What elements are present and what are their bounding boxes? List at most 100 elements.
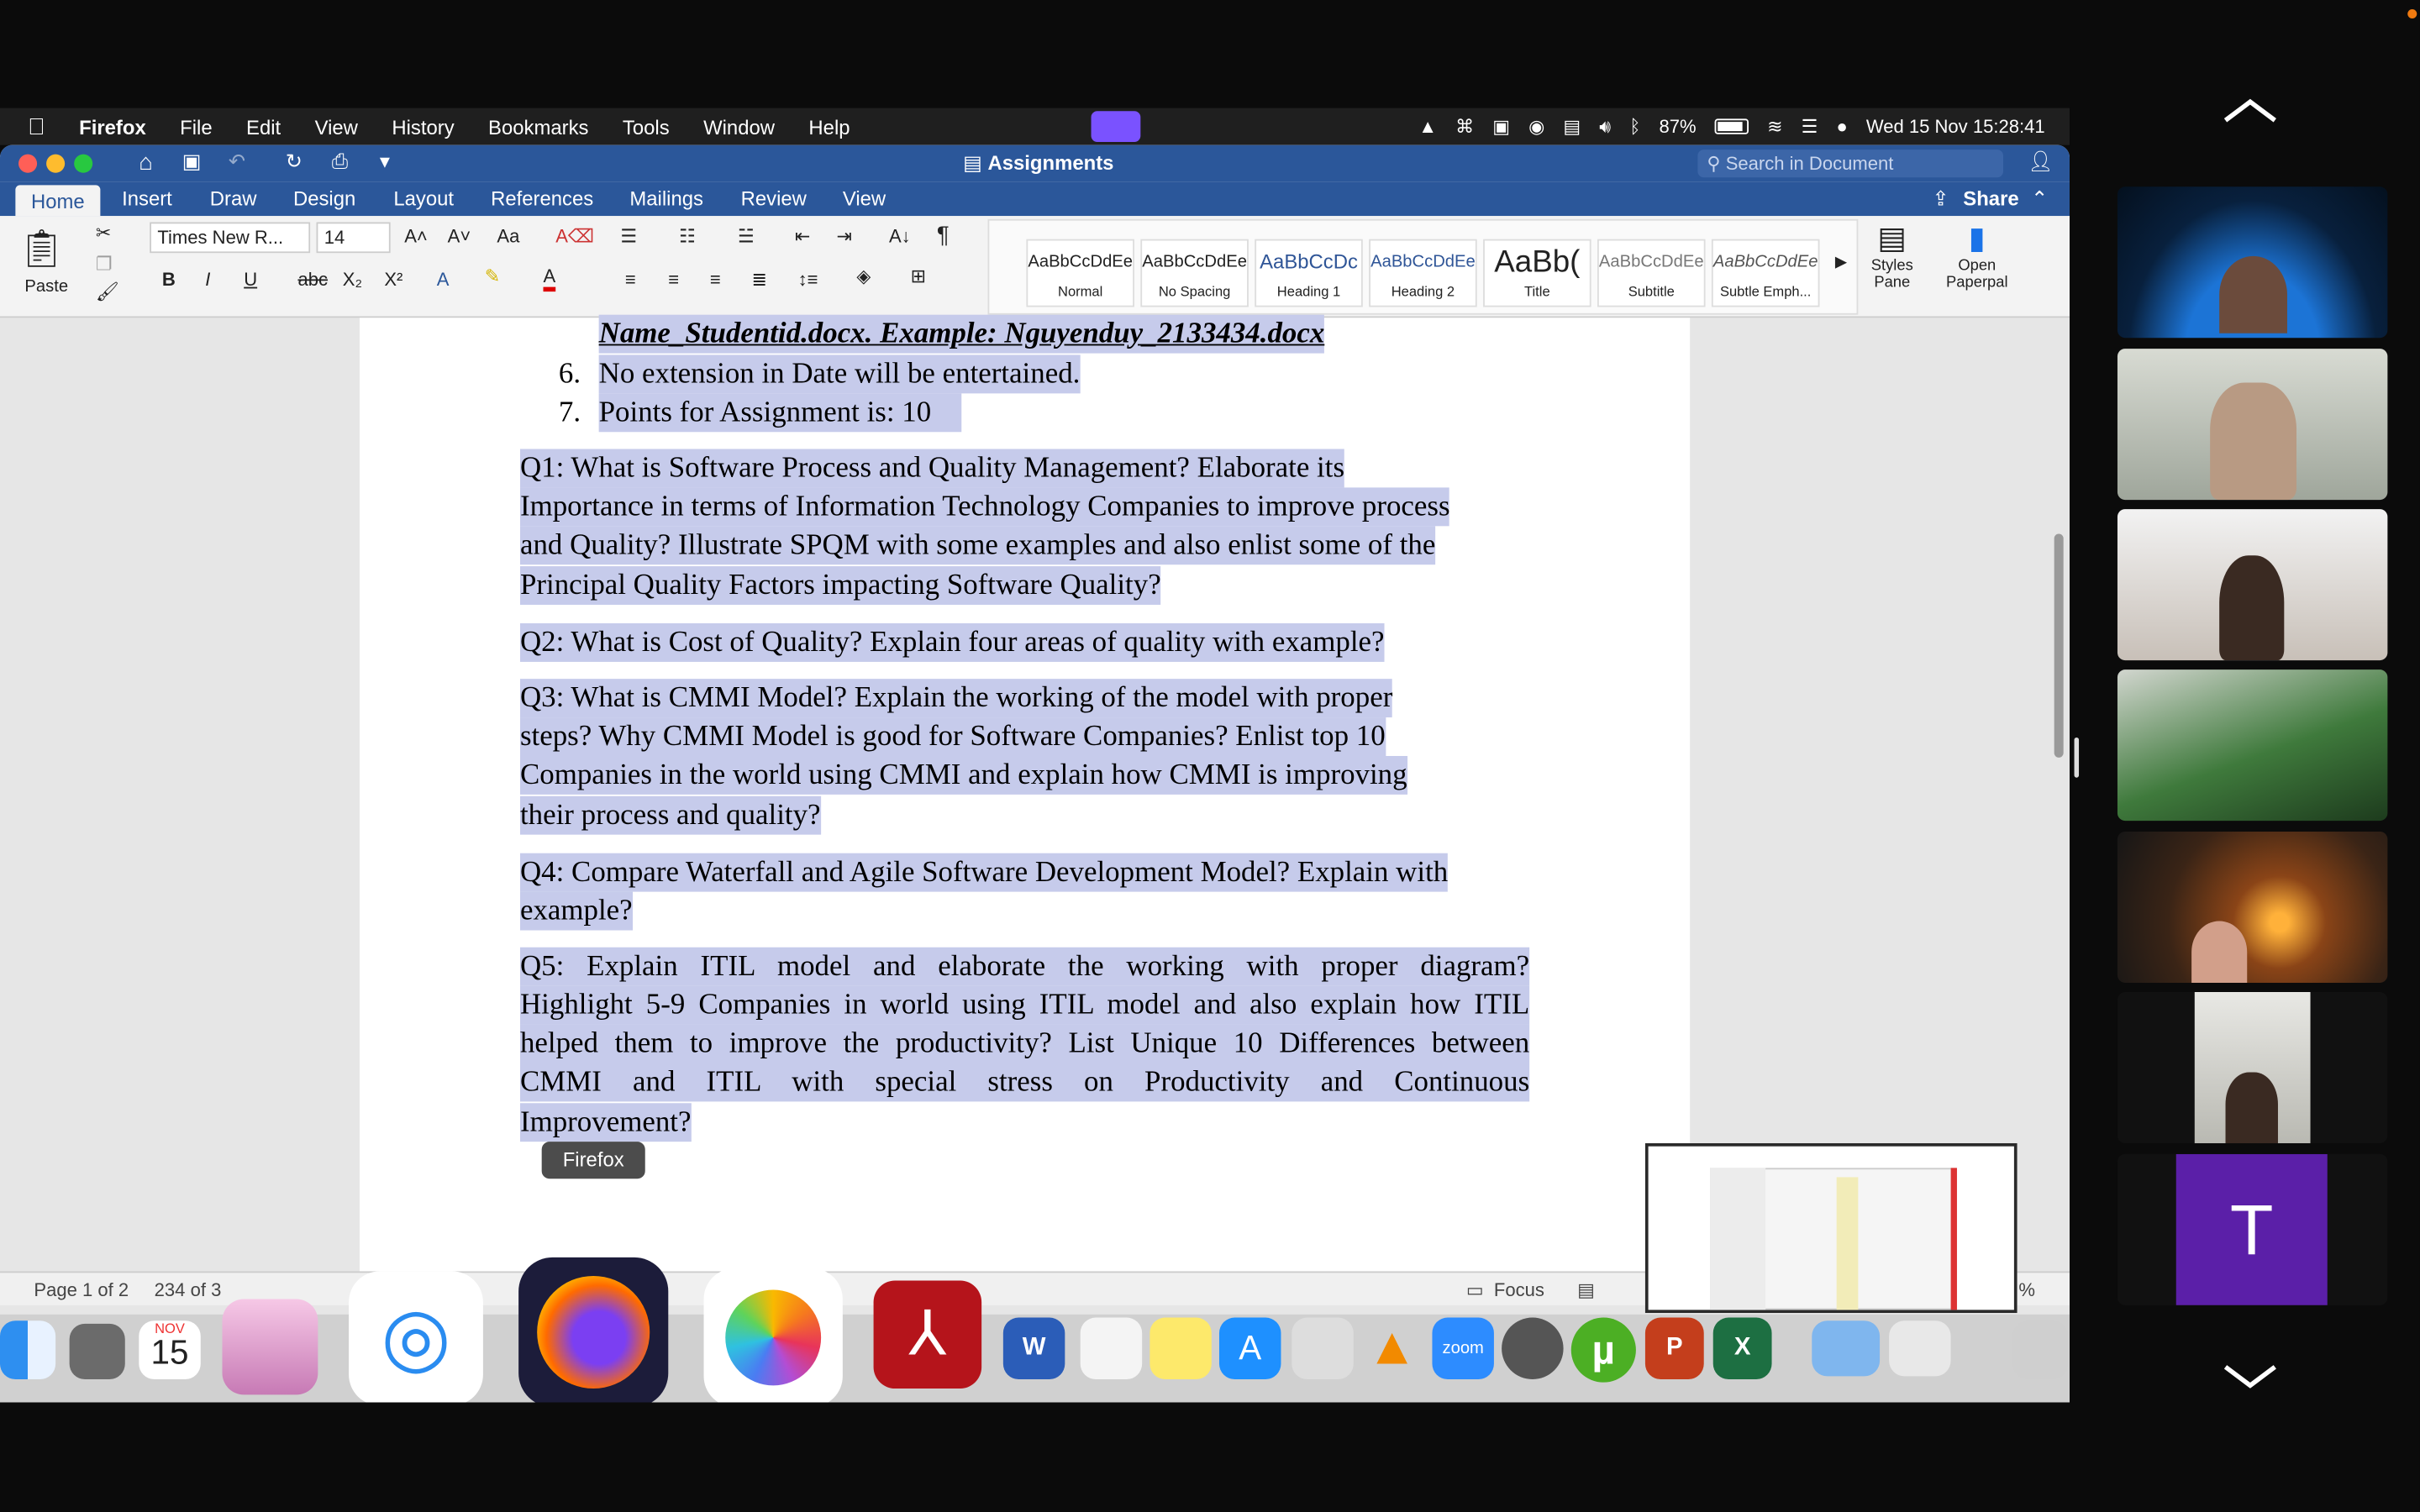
scroll-down-icon[interactable] [2223, 1361, 2278, 1392]
show-formatting-icon[interactable]: ¶ [937, 222, 950, 248]
bold-button[interactable]: B [162, 269, 176, 291]
tab-view[interactable]: View [843, 186, 886, 210]
style-heading-1[interactable]: AaBbCcDc Heading 1 [1255, 239, 1363, 307]
vertical-scrollbar[interactable] [2054, 533, 2064, 758]
style-normal[interactable]: AaBbCcDdEe Normal [1026, 239, 1134, 307]
change-case-icon[interactable]: Aa [497, 225, 519, 247]
screen-icon[interactable]: ▣ [1492, 116, 1510, 138]
photos-icon[interactable] [703, 1268, 843, 1403]
menu-file[interactable]: File [180, 115, 212, 139]
borders-icon[interactable]: ⊞ [911, 265, 926, 287]
participant-avatar-tile[interactable]: T [2117, 1153, 2388, 1305]
style-subtitle[interactable]: AaBbCcDdEe Subtitle [1597, 239, 1706, 307]
airdrop-icon[interactable]: ◎ [349, 1271, 483, 1403]
tab-mailings[interactable]: Mailings [629, 186, 703, 210]
utorrent-icon[interactable]: µ [1570, 1317, 1636, 1383]
excel-icon[interactable]: X [1712, 1317, 1772, 1380]
tab-review[interactable]: Review [741, 186, 807, 210]
volume-icon[interactable]: 🔊︎ [1599, 115, 1611, 139]
focus-mode-button[interactable]: Focus [1494, 1279, 1544, 1301]
paste-label[interactable]: Paste [24, 278, 68, 297]
pane-resize-handle[interactable] [2074, 737, 2080, 778]
save-icon[interactable]: ▣ [182, 150, 202, 174]
page-count[interactable]: Page 1 of 2 [34, 1279, 129, 1301]
menu-bookmarks[interactable]: Bookmarks [488, 115, 588, 139]
strikethrough-button[interactable]: abc [297, 269, 328, 291]
zoom-icon[interactable]: zoom [1432, 1317, 1494, 1380]
textedit-icon[interactable] [1080, 1317, 1143, 1380]
share-button[interactable]: Share [1963, 186, 2018, 210]
firefox-icon[interactable] [518, 1257, 669, 1403]
redo-icon[interactable]: ↻ [286, 150, 302, 174]
italic-button[interactable]: I [205, 269, 210, 291]
print-layout-icon[interactable]: ▤ [1577, 1279, 1595, 1301]
participant-video-tile[interactable] [2117, 991, 2388, 1143]
align-left-icon[interactable]: ≡ [625, 269, 636, 291]
styles-more-icon[interactable]: ▶ [1835, 255, 1847, 271]
tab-insert[interactable]: Insert [122, 186, 172, 210]
style-heading-2[interactable]: AaBbCcDdEe Heading 2 [1369, 239, 1477, 307]
customize-toolbar-icon[interactable]: ▾ [380, 150, 390, 174]
font-color-icon[interactable]: A [543, 265, 556, 292]
focus-icon[interactable]: ▭ [1466, 1279, 1484, 1301]
undo-icon[interactable]: ↶ [229, 150, 245, 174]
zoom-percent[interactable]: % [2018, 1279, 2035, 1301]
shading-icon[interactable]: ◈ [856, 265, 871, 287]
tab-draw[interactable]: Draw [210, 186, 257, 210]
style-no-spacing[interactable]: AaBbCcDdEe No Spacing [1140, 239, 1249, 307]
close-window-icon[interactable] [18, 154, 38, 173]
menu-app-name[interactable]: Firefox [79, 115, 146, 139]
align-center-icon[interactable]: ≡ [668, 269, 679, 291]
disk-utility-icon[interactable] [1292, 1317, 1354, 1380]
align-right-icon[interactable]: ≡ [710, 269, 721, 291]
recent-document-icon[interactable] [1889, 1320, 1951, 1377]
account-icon[interactable]: 👤︎ [2028, 150, 2053, 174]
copy-icon[interactable]: ❐ [96, 253, 113, 275]
display-icon[interactable]: ▤ [1563, 116, 1581, 138]
menu-window[interactable]: Window [703, 115, 775, 139]
increase-indent-icon[interactable]: ⇥ [836, 225, 851, 247]
numbering-icon[interactable]: ☷ [679, 225, 696, 247]
format-painter-icon[interactable]: 🖌︎ [96, 281, 119, 302]
participant-video-tile[interactable] [2117, 831, 2388, 983]
wifi-icon[interactable]: ≋ [1767, 116, 1782, 138]
menu-edit[interactable]: Edit [246, 115, 281, 139]
document-page[interactable]: Name_Studentid.docx. Example: Nguyenduy_… [359, 314, 1691, 1275]
share-icon[interactable]: ⇪ [1933, 186, 1949, 211]
subscript-button[interactable]: X₂ [343, 269, 362, 291]
siri-icon[interactable]: ● [1836, 116, 1847, 138]
screen-share-icon[interactable] [1091, 111, 1141, 142]
apple-icon[interactable]:  [28, 113, 45, 139]
window-preview-thumbnail[interactable] [1644, 1142, 2018, 1314]
scroll-up-icon[interactable] [2223, 96, 2278, 127]
tab-references[interactable]: References [491, 186, 593, 210]
menu-help[interactable]: Help [808, 115, 850, 139]
bluetooth-icon[interactable]: ᛒ [1629, 116, 1640, 138]
grow-font-icon[interactable]: A˄ [404, 225, 428, 247]
highlight-icon[interactable]: ✎ [485, 265, 500, 287]
style-title[interactable]: AaBb(Title [1483, 239, 1591, 307]
maximize-window-icon[interactable] [74, 154, 93, 173]
paste-icon[interactable]: 📋︎ [18, 225, 66, 271]
menu-tools[interactable]: Tools [623, 115, 670, 139]
superscript-button[interactable]: X² [384, 269, 402, 291]
vlc-icon[interactable]: ▲ [1361, 1318, 1423, 1379]
vlc-status-icon[interactable]: ▲ [1418, 116, 1437, 138]
app-store-icon[interactable]: A [1218, 1317, 1281, 1380]
bullets-icon[interactable]: ☰ [620, 225, 637, 247]
acrobat-icon[interactable]: ⅄ [873, 1280, 982, 1389]
minimize-window-icon[interactable] [46, 154, 66, 173]
downloads-folder-icon[interactable] [1812, 1320, 1881, 1377]
command-icon[interactable]: ⌘ [1455, 116, 1474, 138]
clear-formatting-icon[interactable]: A⌫ [555, 225, 594, 247]
styles-pane-button[interactable]: ▤ Styles Pane [1865, 219, 1920, 312]
powerpoint-icon[interactable]: P [1644, 1317, 1704, 1380]
line-spacing-icon[interactable]: ↕≡ [798, 269, 818, 291]
underline-button[interactable]: U [244, 269, 257, 291]
trash-icon[interactable] [2012, 1320, 2069, 1380]
multilevel-list-icon[interactable]: ☱ [738, 225, 755, 247]
search-document-field[interactable]: ⚲ Search in Document [1697, 150, 2004, 178]
battery-icon[interactable] [1714, 118, 1749, 134]
menu-view[interactable]: View [315, 115, 358, 139]
system-settings-icon[interactable] [1502, 1317, 1564, 1380]
